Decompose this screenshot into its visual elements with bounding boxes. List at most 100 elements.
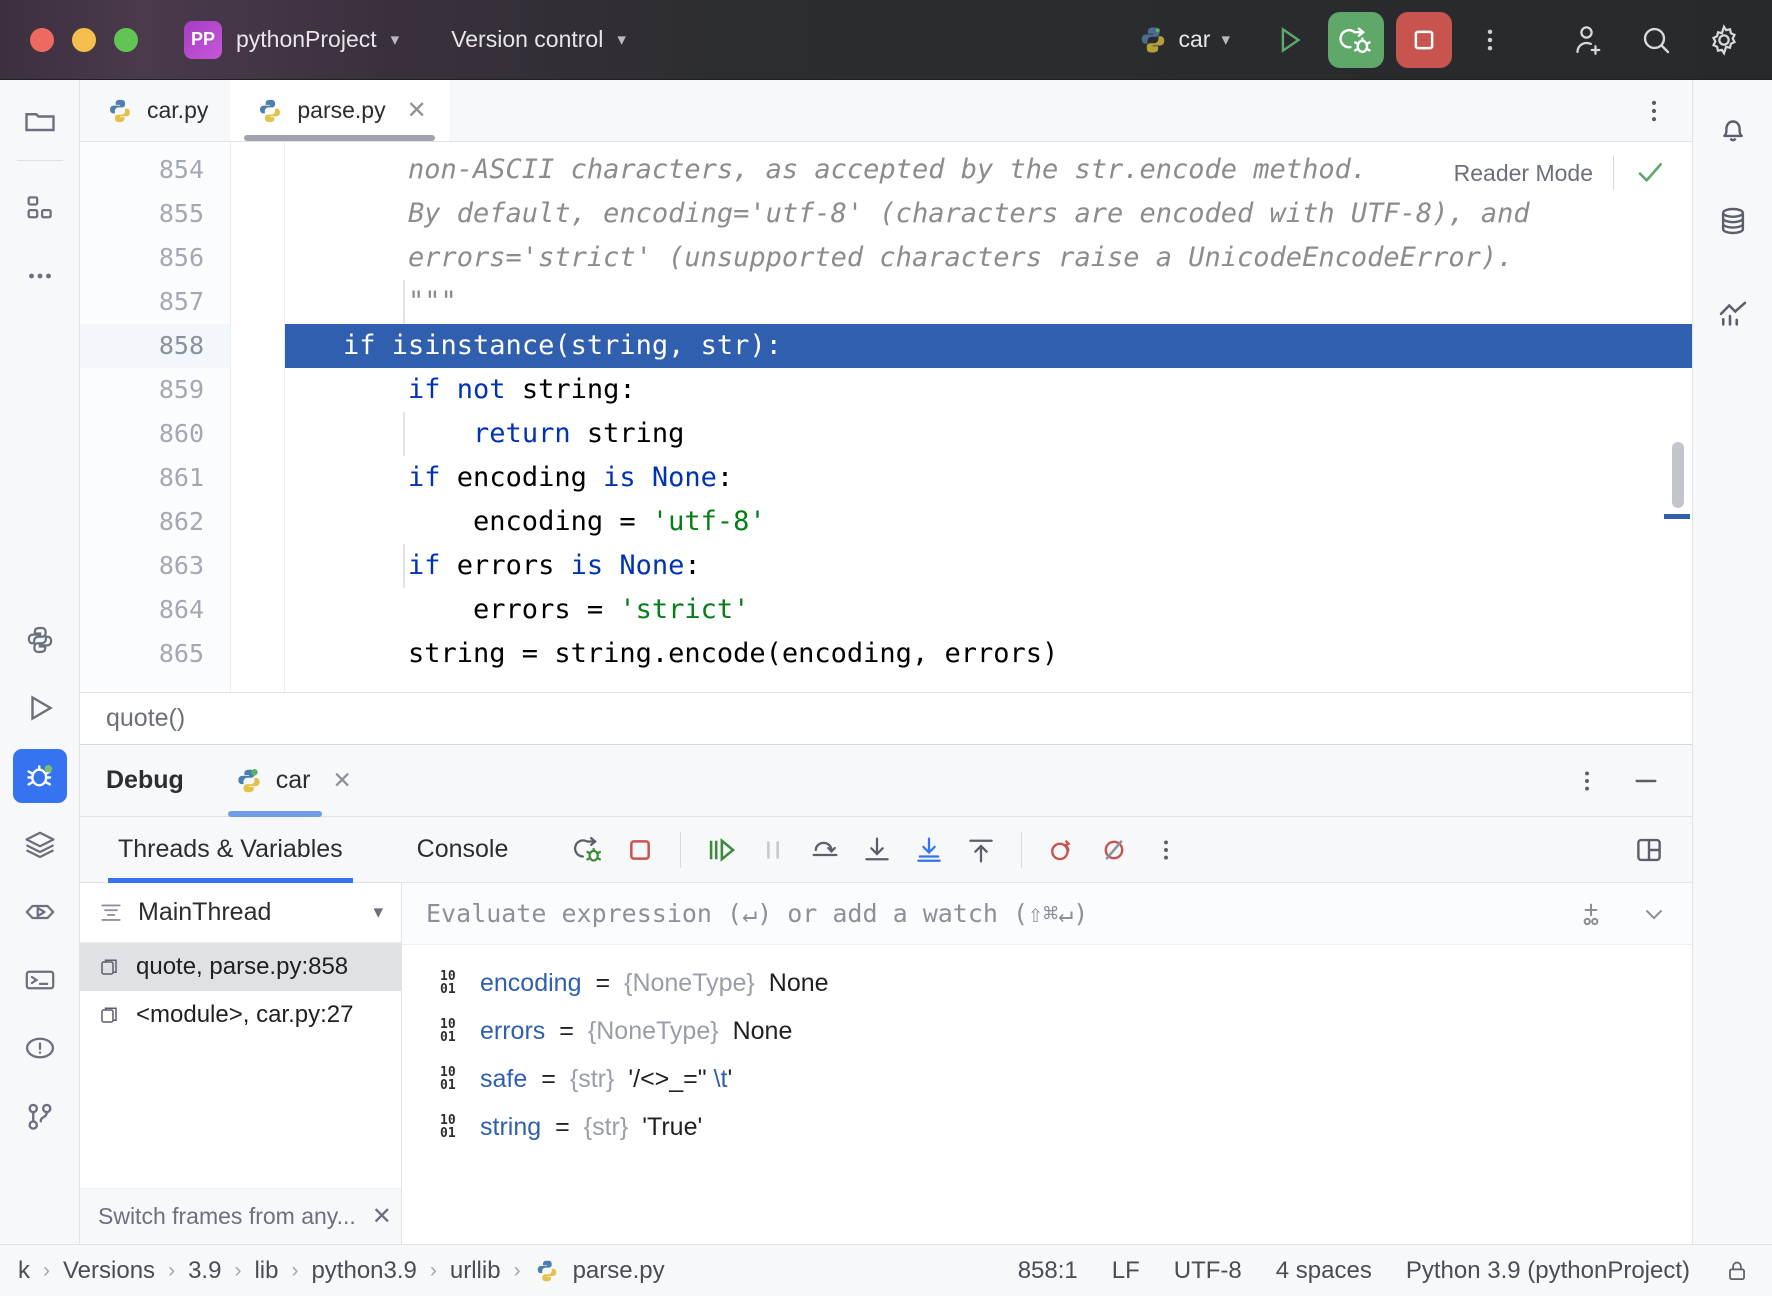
indent-setting[interactable]: 4 spaces xyxy=(1276,1257,1372,1285)
code-line[interactable]: if errors is None: xyxy=(285,544,1692,588)
chevron-down-icon[interactable]: ▾ xyxy=(617,30,626,50)
step-into-icon[interactable] xyxy=(851,824,903,876)
sidebar-item-run[interactable] xyxy=(13,681,67,735)
reader-mode-indicator[interactable]: Reader Mode xyxy=(1440,156,1666,190)
sidebar-item-version-control[interactable] xyxy=(13,1089,67,1143)
evaluate-expression-input[interactable]: Evaluate expression (↵) or add a watch (… xyxy=(426,899,1088,928)
editor-tab-car[interactable]: car.py xyxy=(80,80,230,141)
chevron-down-icon[interactable]: ▾ xyxy=(1221,30,1230,50)
add-watch-icon[interactable] xyxy=(1576,899,1606,929)
chevron-down-icon[interactable]: ▾ xyxy=(391,30,400,50)
code-line[interactable]: return string xyxy=(285,412,1692,456)
resume-icon[interactable] xyxy=(695,824,747,876)
debug-button[interactable] xyxy=(1328,12,1384,68)
caret-position[interactable]: 858:1 xyxy=(1018,1257,1078,1285)
sidebar-item-coverage[interactable] xyxy=(13,885,67,939)
sidebar-item-project[interactable] xyxy=(13,94,67,148)
file-path-breadcrumb[interactable]: k›Versions›3.9›lib›python3.9›urllib›pars… xyxy=(0,1257,665,1285)
editor-scrollbar-thumb[interactable] xyxy=(1672,442,1684,508)
run-configuration-selector[interactable]: car ▾ xyxy=(1138,25,1231,55)
minimize-panel-icon[interactable] xyxy=(1630,765,1662,797)
database-icon[interactable] xyxy=(1706,194,1760,248)
frame-list-item[interactable]: <module>, car.py:27 xyxy=(80,991,401,1039)
variable-row[interactable]: 1001encoding={NoneType}None xyxy=(402,959,1692,1007)
code-folding-column[interactable] xyxy=(230,142,285,692)
code-line[interactable]: if not string: xyxy=(285,368,1692,412)
editor-tabs-more-button[interactable] xyxy=(1640,80,1692,141)
breadcrumb-item[interactable]: k xyxy=(18,1257,30,1285)
fold-marker[interactable] xyxy=(231,456,284,500)
minimize-window-button[interactable] xyxy=(72,28,96,52)
code-line[interactable]: errors = 'strict' xyxy=(285,588,1692,632)
fold-marker[interactable] xyxy=(231,192,284,236)
fold-marker[interactable] xyxy=(231,544,284,588)
maximize-window-button[interactable] xyxy=(114,28,138,52)
rerun-debug-icon[interactable] xyxy=(562,824,614,876)
mute-breakpoints-icon[interactable] xyxy=(1088,824,1140,876)
tab-threads-variables[interactable]: Threads & Variables xyxy=(108,817,353,883)
line-separator[interactable]: LF xyxy=(1112,1257,1140,1285)
sidebar-item-structure[interactable] xyxy=(13,181,67,235)
tab-console[interactable]: Console xyxy=(407,817,519,883)
step-out-icon[interactable] xyxy=(955,824,1007,876)
breadcrumb-item[interactable]: quote() xyxy=(106,704,185,733)
sidebar-item-terminal[interactable] xyxy=(13,953,67,1007)
pause-icon[interactable] xyxy=(747,824,799,876)
breadcrumb-item[interactable]: urllib xyxy=(450,1257,501,1285)
code-line[interactable]: encoding = 'utf-8' xyxy=(285,500,1692,544)
sidebar-item-services[interactable] xyxy=(13,817,67,871)
fold-marker[interactable] xyxy=(231,412,284,456)
editor-tab-parse[interactable]: parse.py ✕ xyxy=(230,80,448,141)
code-editor[interactable]: 854855856857858859860861862863864865 non… xyxy=(80,142,1692,692)
account-add-icon[interactable] xyxy=(1562,14,1614,66)
more-vertical-icon[interactable] xyxy=(1574,768,1600,794)
close-window-button[interactable] xyxy=(30,28,54,52)
profiler-icon[interactable] xyxy=(1706,286,1760,340)
thread-selector[interactable]: MainThread ▾ xyxy=(80,883,401,943)
close-icon[interactable]: ✕ xyxy=(407,96,427,125)
notifications-icon[interactable] xyxy=(1706,102,1760,156)
fold-marker[interactable] xyxy=(231,148,284,192)
python-interpreter[interactable]: Python 3.9 (pythonProject) xyxy=(1406,1257,1690,1285)
code-line[interactable]: string = string.encode(encoding, errors) xyxy=(285,632,1692,676)
breadcrumb-item[interactable]: python3.9 xyxy=(311,1257,416,1285)
version-control-menu[interactable]: Version control xyxy=(451,26,603,53)
more-vertical-icon[interactable] xyxy=(1140,824,1192,876)
breadcrumb-item[interactable]: 3.9 xyxy=(188,1257,221,1285)
lock-icon[interactable] xyxy=(1724,1258,1750,1284)
fold-marker[interactable] xyxy=(231,368,284,412)
chevron-down-icon[interactable]: ▾ xyxy=(373,901,383,924)
force-step-into-icon[interactable] xyxy=(903,824,955,876)
stop-button[interactable] xyxy=(1396,12,1452,68)
view-breakpoints-icon[interactable] xyxy=(1036,824,1088,876)
breadcrumb-item[interactable]: lib xyxy=(254,1257,278,1285)
fold-marker[interactable] xyxy=(231,280,284,324)
sidebar-item-python-packages[interactable] xyxy=(13,613,67,667)
fold-marker[interactable] xyxy=(231,632,284,676)
breadcrumb-item[interactable]: Versions xyxy=(63,1257,155,1285)
run-button[interactable] xyxy=(1264,14,1316,66)
file-encoding[interactable]: UTF-8 xyxy=(1174,1257,1242,1285)
fold-marker[interactable] xyxy=(231,324,284,368)
chevron-down-icon[interactable] xyxy=(1640,900,1668,928)
debug-layout-settings-button[interactable] xyxy=(1632,833,1692,867)
close-icon[interactable]: ✕ xyxy=(372,1202,392,1231)
evaluate-expression-bar[interactable]: Evaluate expression (↵) or add a watch (… xyxy=(402,883,1692,945)
fold-marker[interactable] xyxy=(231,500,284,544)
checkmark-icon[interactable] xyxy=(1634,157,1666,189)
breadcrumb-item[interactable]: parse.py xyxy=(573,1257,665,1285)
sidebar-item-more[interactable] xyxy=(13,249,67,303)
more-vertical-icon[interactable] xyxy=(1464,14,1516,66)
close-icon[interactable]: ✕ xyxy=(333,767,352,794)
variable-row[interactable]: 1001string={str}'True' xyxy=(402,1103,1692,1151)
code-content[interactable]: non-ASCII characters, as accepted by the… xyxy=(285,142,1692,692)
gear-icon[interactable] xyxy=(1698,14,1750,66)
code-line[interactable]: if encoding is None: xyxy=(285,456,1692,500)
project-name[interactable]: pythonProject xyxy=(236,26,377,53)
debug-session-tab[interactable]: car ✕ xyxy=(228,745,358,817)
variable-row[interactable]: 1001safe={str}'/<>_=" \t' xyxy=(402,1055,1692,1103)
code-line[interactable]: """ xyxy=(285,280,1692,324)
code-breadcrumbs[interactable]: quote() xyxy=(80,692,1692,744)
sidebar-item-problems[interactable] xyxy=(13,1021,67,1075)
code-line-current[interactable]: if isinstance(string, str): xyxy=(285,324,1692,368)
